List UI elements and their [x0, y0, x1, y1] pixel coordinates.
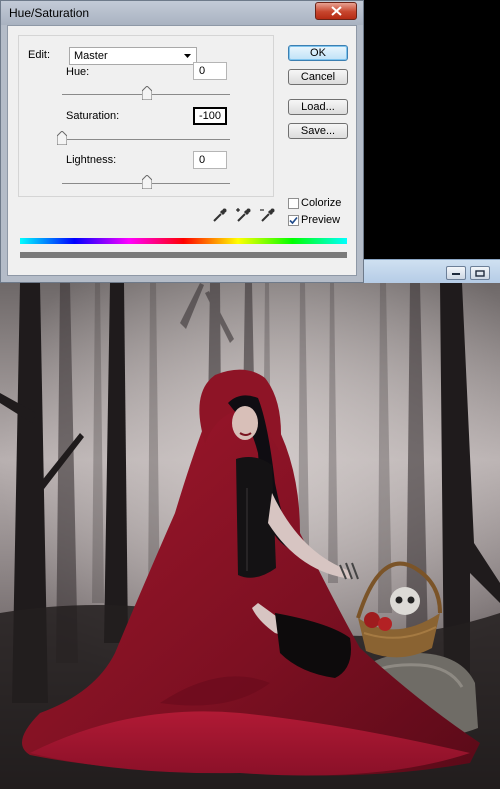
lightness-label: Lightness:	[66, 154, 117, 166]
close-button[interactable]	[315, 2, 357, 20]
page: Hue/Saturation Edit: Master Hue: 0 Satur…	[0, 0, 500, 789]
restore-button[interactable]	[470, 266, 490, 280]
restore-icon	[475, 270, 485, 277]
dialog-title: Hue/Saturation	[9, 6, 90, 20]
hue-saturation-dialog: Hue/Saturation Edit: Master Hue: 0 Satur…	[0, 0, 364, 283]
saturation-slider-thumb[interactable]	[57, 131, 67, 145]
checkmark-icon	[289, 216, 298, 225]
preview-label: Preview	[301, 214, 341, 226]
close-icon	[331, 6, 342, 16]
hue-input[interactable]	[193, 62, 227, 80]
saturation-slider-track[interactable]	[62, 139, 230, 140]
edit-dropdown[interactable]: Master	[69, 47, 197, 65]
eyedropper-plus-icon[interactable]	[236, 207, 252, 223]
input-spectrum-bar	[20, 238, 347, 244]
adjustment-group: Edit: Master Hue: Saturation:	[18, 35, 274, 197]
edit-label: Edit:	[28, 49, 51, 61]
document-window-titlebar[interactable]	[364, 259, 500, 283]
ok-button[interactable]: OK	[288, 45, 348, 61]
load-button[interactable]: Load...	[288, 99, 348, 115]
saturation-input[interactable]	[193, 107, 227, 125]
colorize-label: Colorize	[301, 197, 342, 209]
dialog-body: Edit: Master Hue: Saturation:	[7, 25, 357, 276]
hue-label: Hue:	[66, 66, 90, 78]
minimize-button[interactable]	[446, 266, 466, 280]
dialog-titlebar[interactable]: Hue/Saturation	[1, 1, 363, 25]
saturation-label: Saturation:	[66, 110, 120, 122]
save-button[interactable]: Save...	[288, 123, 348, 139]
cancel-button[interactable]: Cancel	[288, 69, 348, 85]
document-canvas[interactable]	[0, 283, 500, 789]
lightness-input[interactable]	[193, 151, 227, 169]
output-spectrum-bar	[20, 252, 347, 258]
eyedropper-icon[interactable]	[212, 207, 228, 223]
edit-dropdown-value: Master	[74, 50, 108, 62]
minimize-icon	[452, 273, 460, 275]
eyedropper-minus-icon[interactable]	[260, 207, 276, 223]
lightness-slider-thumb[interactable]	[142, 175, 152, 189]
hue-slider-thumb[interactable]	[142, 86, 152, 100]
colorize-checkbox[interactable]	[288, 198, 299, 209]
chevron-down-icon	[184, 54, 191, 58]
forest-photo	[0, 283, 500, 789]
preview-checkbox[interactable]	[288, 215, 299, 226]
